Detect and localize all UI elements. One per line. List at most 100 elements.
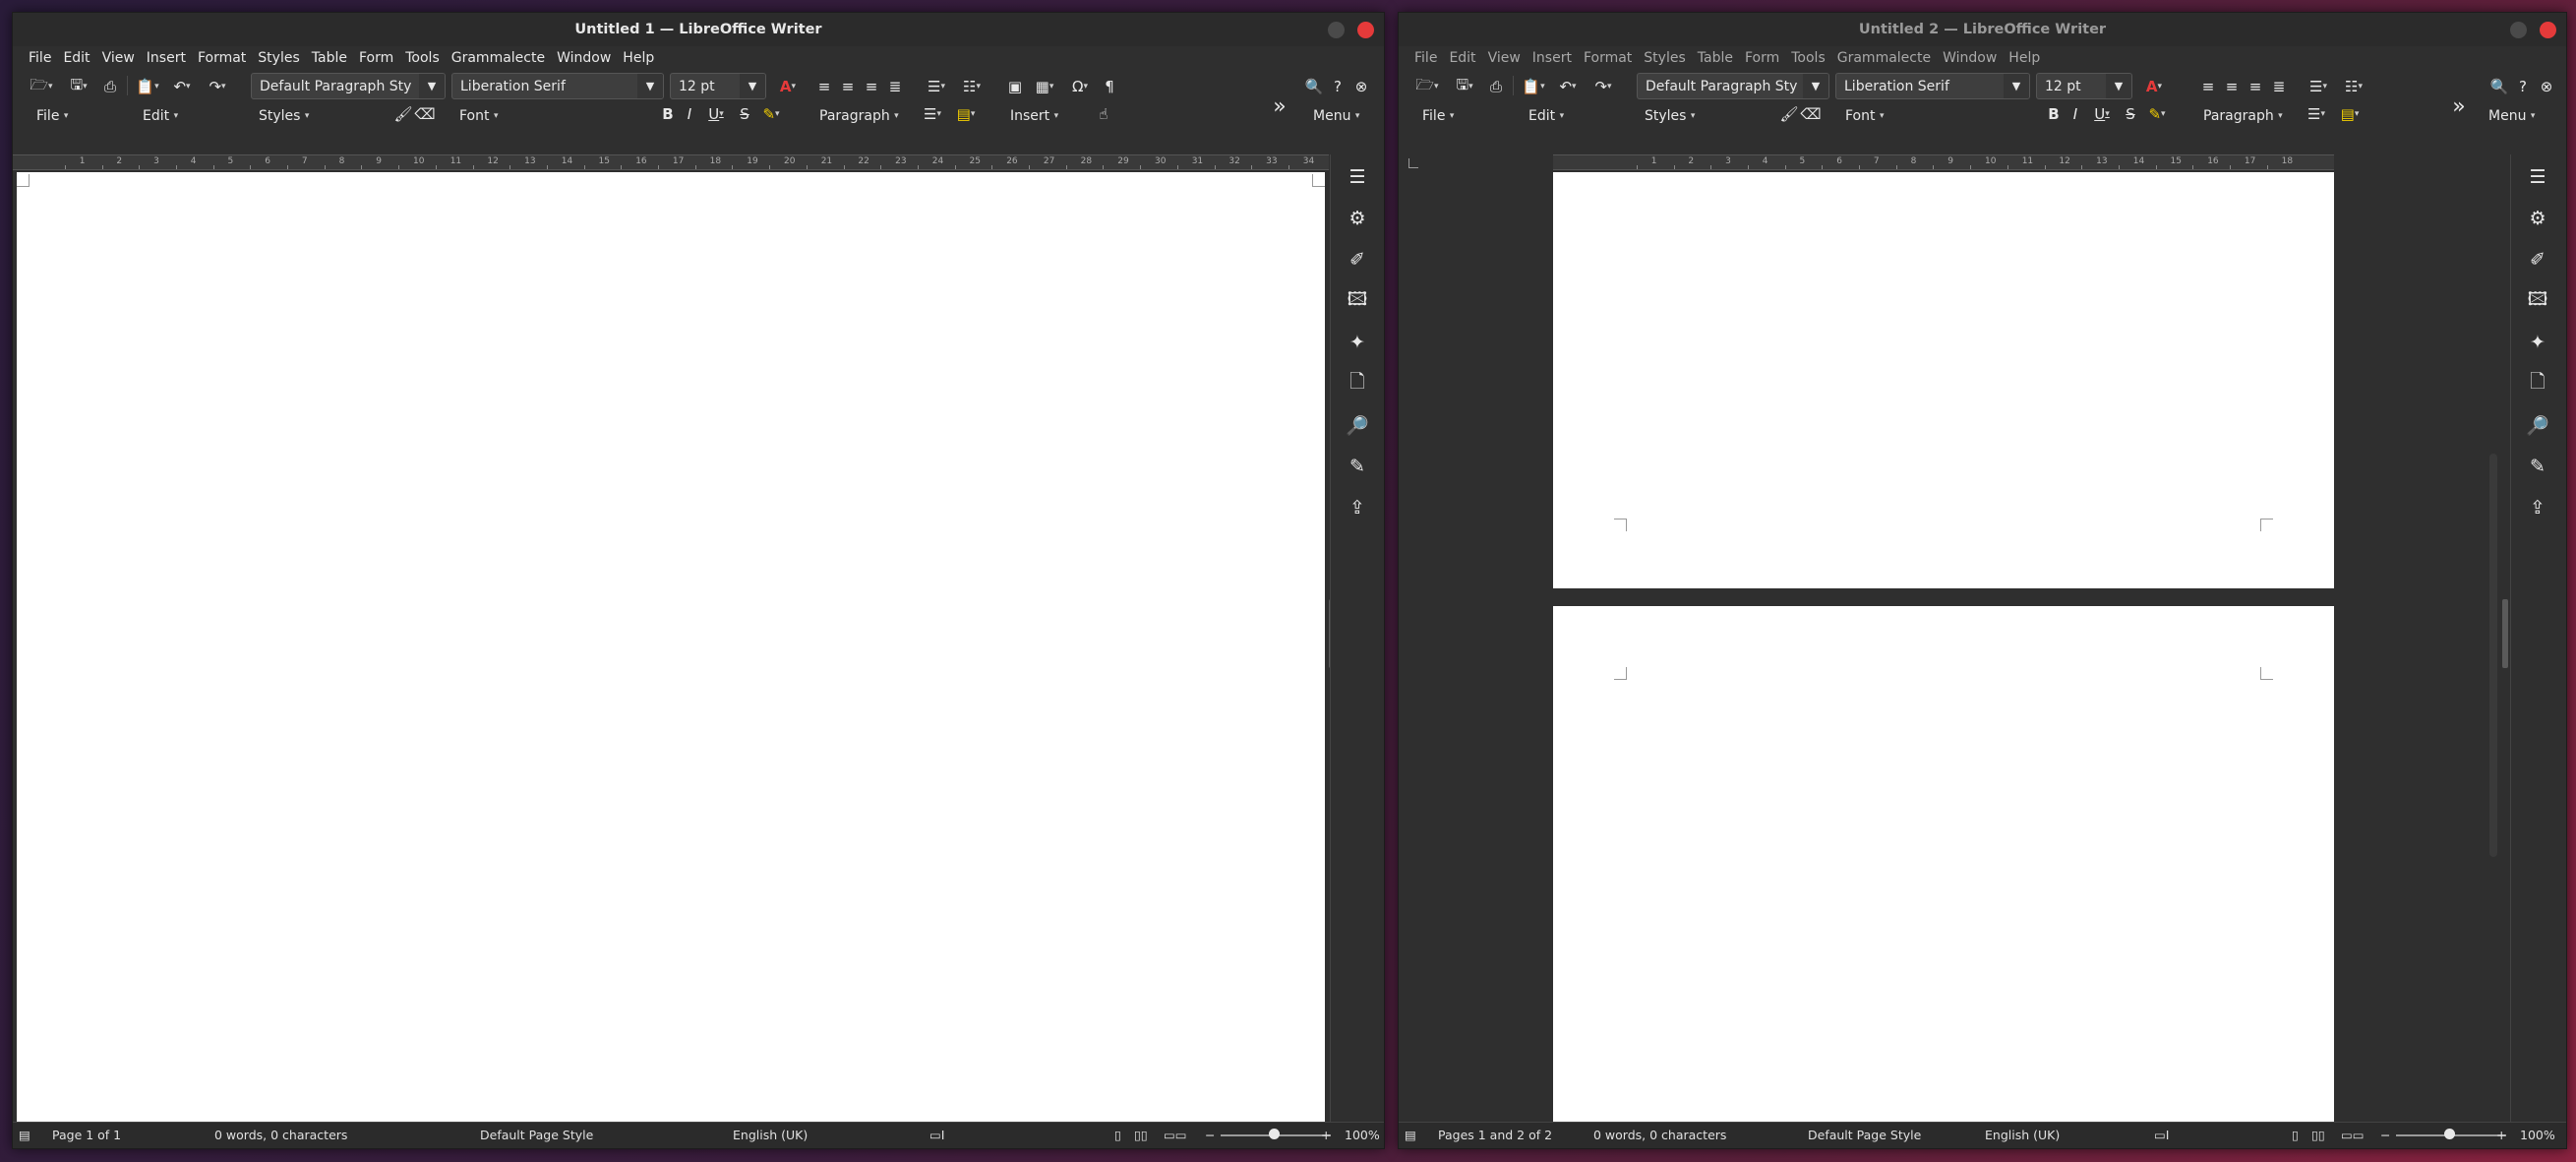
touch-icon[interactable]: ☝ (1093, 103, 1114, 125)
selection-mode-icon[interactable]: ▭I (2154, 1128, 2170, 1142)
undo-icon[interactable]: ↶ ▾ (1552, 76, 1584, 97)
menu-styles[interactable]: Styles (1638, 50, 1691, 66)
navigator-icon[interactable]: ✦ (2511, 328, 2564, 357)
menu-insert[interactable]: Insert (141, 50, 192, 66)
underline-icon[interactable]: U ▾ (701, 103, 731, 125)
menu-tools[interactable]: Tools (1785, 50, 1831, 66)
close-window-button[interactable] (1357, 22, 1374, 38)
paragraph-style-box[interactable]: Default Paragraph Sty ▼ (1637, 73, 1829, 99)
align-right-icon[interactable]: ≡ (861, 76, 882, 97)
styles-icon[interactable]: ✐ (1331, 245, 1384, 275)
italic-icon[interactable]: I (2066, 103, 2085, 125)
chevron-down-icon[interactable]: ▼ (2106, 74, 2131, 98)
menu-format[interactable]: Format (192, 50, 252, 66)
menu-file[interactable]: File (23, 50, 57, 66)
underline-icon[interactable]: U ▾ (2087, 103, 2117, 125)
font-color-icon[interactable]: A ▾ (2138, 76, 2170, 97)
clone-formatting-icon[interactable]: 🖌 (392, 103, 414, 125)
zoom-slider-knob[interactable] (2444, 1129, 2455, 1139)
zoom-level[interactable]: 100% (1345, 1128, 1380, 1142)
menu-view[interactable]: View (1482, 50, 1527, 66)
manage-changes-icon[interactable]: ✎ (2511, 452, 2564, 481)
nb-styles-button[interactable]: Styles ▾ (1645, 103, 1695, 129)
menu-edit[interactable]: Edit (1443, 50, 1481, 66)
nb-file-button[interactable]: File ▾ (36, 103, 68, 129)
numbered-list-icon[interactable]: ☷ ▾ (955, 76, 988, 97)
strikethrough-icon[interactable]: S (735, 103, 754, 125)
nb-insert-button[interactable]: Insert ▾ (1010, 103, 1058, 129)
menu-tools[interactable]: Tools (399, 50, 446, 66)
italic-icon[interactable]: I (680, 103, 699, 125)
bold-icon[interactable]: B (658, 103, 678, 125)
print-icon[interactable]: ⎙ (1485, 76, 1507, 97)
zoom-slider-knob[interactable] (1269, 1129, 1280, 1139)
save-icon[interactable]: 🖫 ▾ (62, 76, 95, 97)
title-bar[interactable]: Untitled 1 — LibreOffice Writer (13, 13, 1384, 46)
design-icon[interactable]: ⇪ (2511, 493, 2564, 522)
nb-font-button[interactable]: Font ▾ (459, 103, 498, 129)
font-name-box[interactable]: Liberation Serif ▼ (451, 73, 664, 99)
clone-formatting-icon[interactable]: 🖌 (1778, 103, 1800, 125)
page-icon[interactable]: 🗋 (2511, 369, 2564, 398)
highlight-icon[interactable]: ✎ ▾ (756, 103, 786, 125)
zoom-in-icon[interactable]: + (2496, 1128, 2506, 1142)
bullet-list-icon[interactable]: ☰ ▾ (920, 76, 953, 97)
signature-status-icon[interactable]: ▤ (1405, 1128, 1416, 1142)
document-page-2[interactable] (1553, 606, 2334, 1122)
chevron-down-icon[interactable]: ▼ (419, 74, 445, 98)
chevron-down-icon[interactable]: ▼ (740, 74, 765, 98)
book-view-icon[interactable]: ▭▭ (1164, 1128, 1187, 1142)
properties-icon[interactable]: ⚙ (2511, 204, 2564, 233)
minimize-button[interactable] (2510, 22, 2527, 38)
menu-edit[interactable]: Edit (57, 50, 95, 66)
align-center-icon[interactable]: ≡ (837, 76, 859, 97)
redo-icon[interactable]: ↷ ▾ (1588, 76, 1619, 97)
horizontal-ruler[interactable]: 1 2 3 4 5 6 7 8 9 10 11 12 13 14 15 16 17 18 19 20 21 22 23 24 2… (13, 154, 1329, 170)
numbered-list-icon[interactable]: ☷ ▾ (2337, 76, 2370, 97)
nb-edit-button[interactable]: Edit ▾ (1528, 103, 1564, 129)
insert-table-icon[interactable]: ▦ ▾ (1028, 76, 1061, 97)
bold-icon[interactable]: B (2044, 103, 2064, 125)
multi-page-view-icon[interactable]: ▯▯ (1134, 1128, 1148, 1142)
single-page-view-icon[interactable]: ▯ (1114, 1128, 1121, 1142)
page-style[interactable]: Default Page Style (480, 1128, 593, 1142)
word-count[interactable]: 0 words, 0 characters (214, 1128, 347, 1142)
menu-grammalecte[interactable]: Grammalecte (446, 50, 551, 66)
undo-icon[interactable]: ↶ ▾ (166, 76, 198, 97)
align-center-icon[interactable]: ≡ (2221, 76, 2243, 97)
line-spacing-icon[interactable]: ☰ ▾ (918, 103, 947, 125)
style-inspector-icon[interactable]: 🔎 (2511, 410, 2564, 440)
language[interactable]: English (UK) (1985, 1128, 2060, 1142)
justify-icon[interactable]: ≣ (2268, 76, 2290, 97)
menu-form[interactable]: Form (1739, 50, 1785, 66)
align-left-icon[interactable]: ≡ (813, 76, 835, 97)
more-chevron-icon[interactable]: » (2449, 94, 2469, 119)
chevron-down-icon[interactable]: ▼ (637, 74, 663, 98)
line-spacing-icon[interactable]: ☰ ▾ (2302, 103, 2331, 125)
paragraph-background-icon[interactable]: ▤ ▾ (951, 103, 981, 125)
help-icon[interactable]: ? (2512, 76, 2534, 97)
horizontal-ruler[interactable]: 1 2 3 4 5 6 7 8 9 10 11 12 13 14 15 16 17 18 (1553, 154, 2334, 170)
font-color-icon[interactable]: A ▾ (772, 76, 804, 97)
zoom-out-icon[interactable]: − (1205, 1128, 1215, 1142)
multi-page-view-icon[interactable]: ▯▯ (2311, 1128, 2325, 1142)
menu-table[interactable]: Table (306, 50, 353, 66)
page-count[interactable]: Page 1 of 1 (52, 1128, 121, 1142)
nb-file-button[interactable]: File ▾ (1422, 103, 1454, 129)
language[interactable]: English (UK) (733, 1128, 808, 1142)
menu-format[interactable]: Format (1578, 50, 1638, 66)
bullet-list-icon[interactable]: ☰ ▾ (2302, 76, 2335, 97)
open-icon[interactable]: 🗁 ▾ (27, 76, 56, 97)
menu-help[interactable]: Help (617, 50, 660, 66)
nb-menu-button[interactable]: Menu ▾ (1313, 103, 1359, 129)
manage-changes-icon[interactable]: ✎ (1331, 452, 1384, 481)
paragraph-background-icon[interactable]: ▤ ▾ (2335, 103, 2365, 125)
sidebar-menu-icon[interactable]: ☰ (2511, 162, 2564, 192)
paste-icon[interactable]: 📋 ▾ (1519, 76, 1548, 97)
vertical-scrollbar[interactable] (2489, 454, 2497, 857)
design-icon[interactable]: ⇪ (1331, 493, 1384, 522)
title-bar[interactable]: Untitled 2 — LibreOffice Writer (1399, 13, 2566, 46)
menu-window[interactable]: Window (1937, 50, 2003, 66)
paragraph-style-box[interactable]: Default Paragraph Sty ▼ (251, 73, 446, 99)
close-document-icon[interactable]: ⊗ (1350, 76, 1372, 97)
